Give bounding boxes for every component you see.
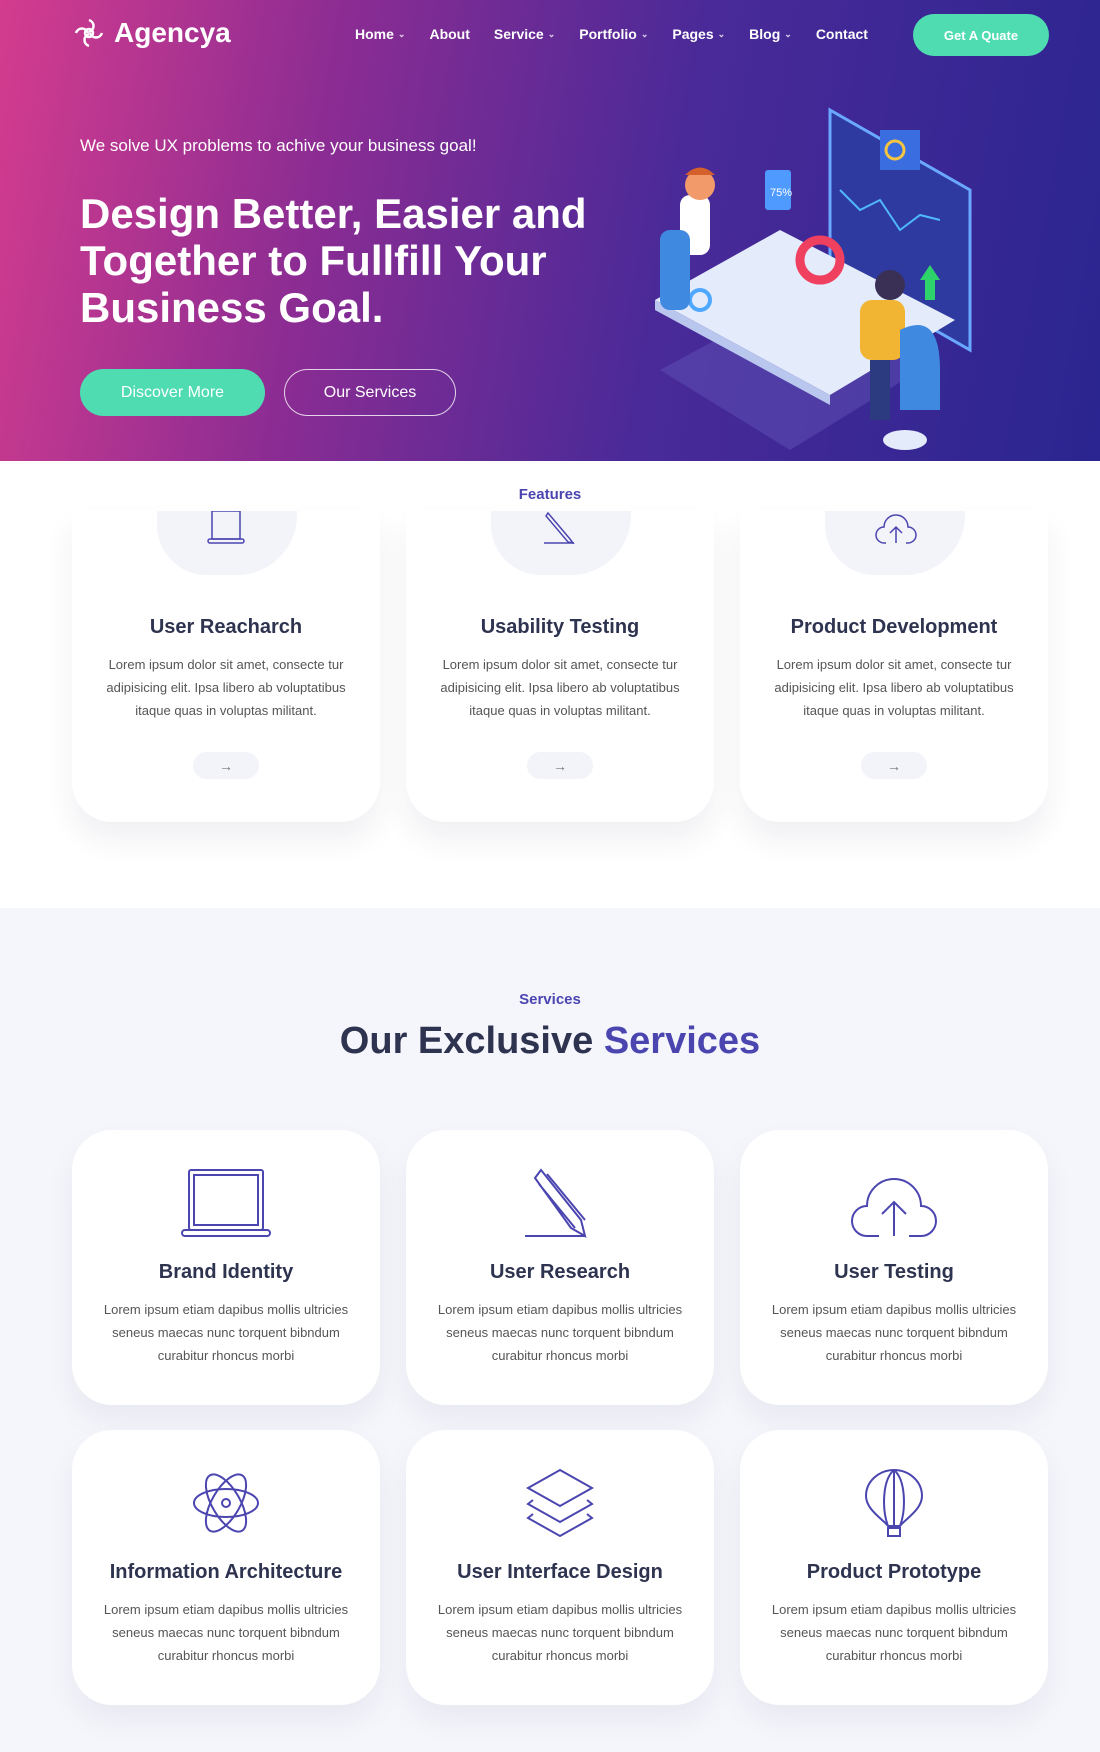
service-card[interactable]: User Research Lorem ipsum etiam dapibus … <box>406 1130 714 1405</box>
services-title-accent: Services <box>603 1020 761 1062</box>
service-text: Lorem ipsum etiam dapibus mollis ultrici… <box>437 1602 683 1663</box>
service-text: Lorem ipsum etiam dapibus mollis ultrici… <box>771 1302 1017 1363</box>
chevron-down-icon: ⌄ <box>784 28 792 39</box>
cloud-upload-icon <box>851 1178 937 1237</box>
discover-more-button[interactable]: Discover More <box>80 369 265 416</box>
service-text: Lorem ipsum etiam dapibus mollis ultrici… <box>437 1302 683 1363</box>
service-title: Brand Identity <box>158 1261 294 1283</box>
laptop-icon <box>181 1169 271 1237</box>
pencil-icon <box>544 511 575 545</box>
nav-label: Service <box>493 26 544 42</box>
service-title: User Research <box>489 1261 631 1283</box>
our-services-button[interactable]: Our Services <box>284 369 456 416</box>
services-label: Services <box>519 991 581 1008</box>
service-card[interactable]: Information Architecture Lorem ipsum eti… <box>72 1430 380 1705</box>
arrow-right-icon: → <box>553 757 567 774</box>
get-quote-button[interactable]: Get A Quate <box>913 14 1049 56</box>
service-text: Lorem ipsum etiam dapibus mollis ultrici… <box>103 1602 349 1663</box>
feature-title: Product Development <box>790 616 998 638</box>
logo-text: Agencya <box>114 17 231 48</box>
nav-service[interactable]: Service ⌄ <box>494 26 555 42</box>
nav-label: Contact <box>815 26 868 42</box>
nav-about[interactable]: About <box>429 26 469 42</box>
feature-arrow-button[interactable]: → <box>861 752 927 779</box>
chevron-down-icon: ⌄ <box>397 28 406 39</box>
service-title: Information Architecture <box>109 1561 343 1583</box>
feature-card: User Reacharch Lorem ipsum dolor sit ame… <box>72 511 380 822</box>
nav-label: Home <box>355 26 394 42</box>
service-card[interactable]: Brand Identity Lorem ipsum etiam dapibus… <box>72 1130 380 1405</box>
nav-contact[interactable]: Contact <box>816 26 868 42</box>
feature-text: Lorem ipsum dolor sit amet, consecte tur… <box>440 657 680 718</box>
arrow-right-icon: → <box>219 757 233 774</box>
hero-headline: Design Better, Easier and Together to Fu… <box>80 190 587 331</box>
services-title: Our Exclusive Services <box>0 1020 1100 1063</box>
feature-arrow-button[interactable]: → <box>193 752 259 779</box>
service-card[interactable]: User Testing Lorem ipsum etiam dapibus m… <box>740 1130 1048 1405</box>
hero-tagline: We solve UX problems to achive your busi… <box>80 136 477 155</box>
laptop-icon <box>207 511 245 544</box>
chevron-down-icon: ⌄ <box>640 28 649 39</box>
arrow-right-icon: → <box>887 757 901 774</box>
percentage-badge-text: 75% <box>770 187 792 199</box>
feature-arrow-button[interactable]: → <box>527 752 593 779</box>
logo-icon <box>74 18 104 48</box>
hero-section: Agencya Home ⌄ About Service ⌄ Portfolio ⌄ … <box>0 0 1100 461</box>
nav-label: Portfolio <box>579 26 637 42</box>
service-card[interactable]: User Interface Design Lorem ipsum etiam … <box>406 1430 714 1705</box>
feature-title: User Reacharch <box>149 616 303 638</box>
feature-card: Product Development Lorem ipsum dolor si… <box>740 511 1048 822</box>
feature-title: Usability Testing <box>480 616 640 638</box>
nav-label: About <box>429 26 470 42</box>
nav-portfolio[interactable]: Portfolio ⌄ <box>579 26 648 42</box>
nav-blog[interactable]: Blog ⌄ <box>749 26 792 42</box>
balloon-icon <box>864 1468 924 1537</box>
service-card[interactable]: Product Prototype Lorem ipsum etiam dapi… <box>740 1430 1048 1705</box>
features-label: Features <box>518 486 582 503</box>
feature-text: Lorem ipsum dolor sit amet, consecte tur… <box>774 657 1014 718</box>
feature-card: Usability Testing Lorem ipsum dolor sit … <box>406 511 714 822</box>
chevron-down-icon: ⌄ <box>717 28 726 39</box>
nav-pages[interactable]: Pages ⌄ <box>672 26 725 42</box>
service-title: Product Prototype <box>806 1561 982 1583</box>
nav-label: Pages <box>672 26 714 42</box>
nav-label: Blog <box>749 26 781 42</box>
layers-icon <box>525 1468 595 1538</box>
nav-home[interactable]: Home ⌄ <box>355 26 405 42</box>
chevron-down-icon: ⌄ <box>547 28 556 39</box>
logo[interactable]: Agencya <box>72 16 231 50</box>
service-title: User Testing <box>834 1261 954 1283</box>
team-meeting-illustration: 75% <box>655 107 972 450</box>
services-title-main: Our Exclusive <box>339 1020 604 1062</box>
atom-icon <box>193 1473 259 1533</box>
feature-text: Lorem ipsum dolor sit amet, consecte tur… <box>106 657 346 718</box>
service-text: Lorem ipsum etiam dapibus mollis ultrici… <box>103 1302 349 1363</box>
service-title: User Interface Design <box>457 1561 663 1583</box>
service-text: Lorem ipsum etiam dapibus mollis ultrici… <box>771 1602 1017 1663</box>
main-nav: Home ⌄ About Service ⌄ Portfolio ⌄ Pages ⌄ B… <box>355 26 892 42</box>
cloud-upload-icon <box>875 514 917 544</box>
pencil-icon <box>525 1168 587 1238</box>
